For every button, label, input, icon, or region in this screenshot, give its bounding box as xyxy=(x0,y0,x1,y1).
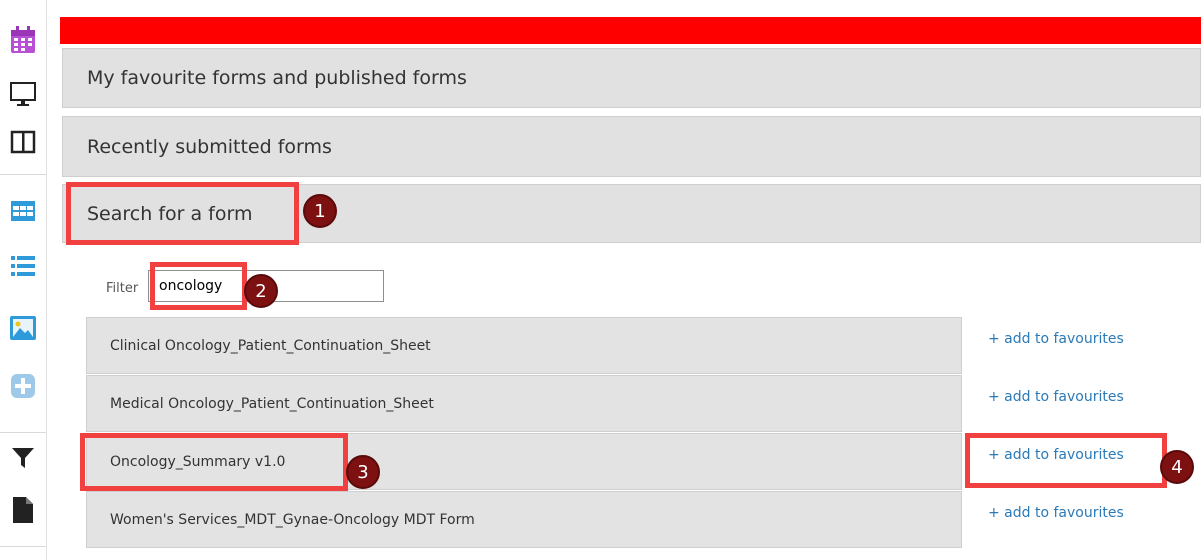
sidebar-divider xyxy=(0,546,46,547)
sidebar-divider xyxy=(0,174,46,175)
form-result-row[interactable]: Women's Services_MDT_Gynae-Oncology MDT … xyxy=(86,491,962,548)
search-form-panel-header[interactable]: Search for a form xyxy=(62,184,1201,243)
form-result-row[interactable]: Medical Oncology_Patient_Continuation_Sh… xyxy=(86,375,962,432)
panel-title: My favourite forms and published forms xyxy=(87,67,467,89)
callout-badge: 2 xyxy=(244,274,278,308)
alert-bar xyxy=(60,17,1201,44)
favourite-forms-panel-header[interactable]: My favourite forms and published forms xyxy=(62,48,1201,108)
image-icon[interactable] xyxy=(7,312,39,344)
calendar-icon[interactable] xyxy=(7,24,39,56)
monitor-icon[interactable] xyxy=(7,78,39,110)
callout-badge: 1 xyxy=(303,194,337,228)
add-to-favourites-link[interactable]: + add to favourites xyxy=(988,389,1124,405)
form-name: Medical Oncology_Patient_Continuation_Sh… xyxy=(110,395,434,412)
panel-title: Search for a form xyxy=(87,202,253,225)
list-icon[interactable] xyxy=(7,250,39,282)
add-to-favourites-link[interactable]: + add to favourites xyxy=(988,331,1124,347)
form-result-row[interactable]: Clinical Oncology_Patient_Continuation_S… xyxy=(86,317,962,374)
form-result-row[interactable]: Oncology_Summary v1.0 xyxy=(86,433,962,490)
add-to-favourites-link[interactable]: + add to favourites xyxy=(988,505,1124,521)
sidebar xyxy=(0,0,47,560)
callout-badge: 4 xyxy=(1160,450,1194,484)
filter-icon[interactable] xyxy=(7,442,39,474)
recent-forms-panel-header[interactable]: Recently submitted forms xyxy=(62,116,1201,177)
add-to-favourites-link[interactable]: + add to favourites xyxy=(988,447,1124,463)
form-name: Women's Services_MDT_Gynae-Oncology MDT … xyxy=(110,511,475,528)
document-icon[interactable] xyxy=(7,494,39,526)
plus-icon[interactable] xyxy=(7,370,39,402)
columns-icon[interactable] xyxy=(7,126,39,158)
top-strip xyxy=(0,0,1201,8)
form-name: Clinical Oncology_Patient_Continuation_S… xyxy=(110,337,431,354)
filter-label: Filter xyxy=(106,281,139,296)
panel-title: Recently submitted forms xyxy=(87,135,332,158)
form-name: Oncology_Summary v1.0 xyxy=(110,453,286,470)
callout-badge: 3 xyxy=(346,455,380,489)
table-icon[interactable] xyxy=(7,195,39,227)
sidebar-divider xyxy=(0,432,46,433)
